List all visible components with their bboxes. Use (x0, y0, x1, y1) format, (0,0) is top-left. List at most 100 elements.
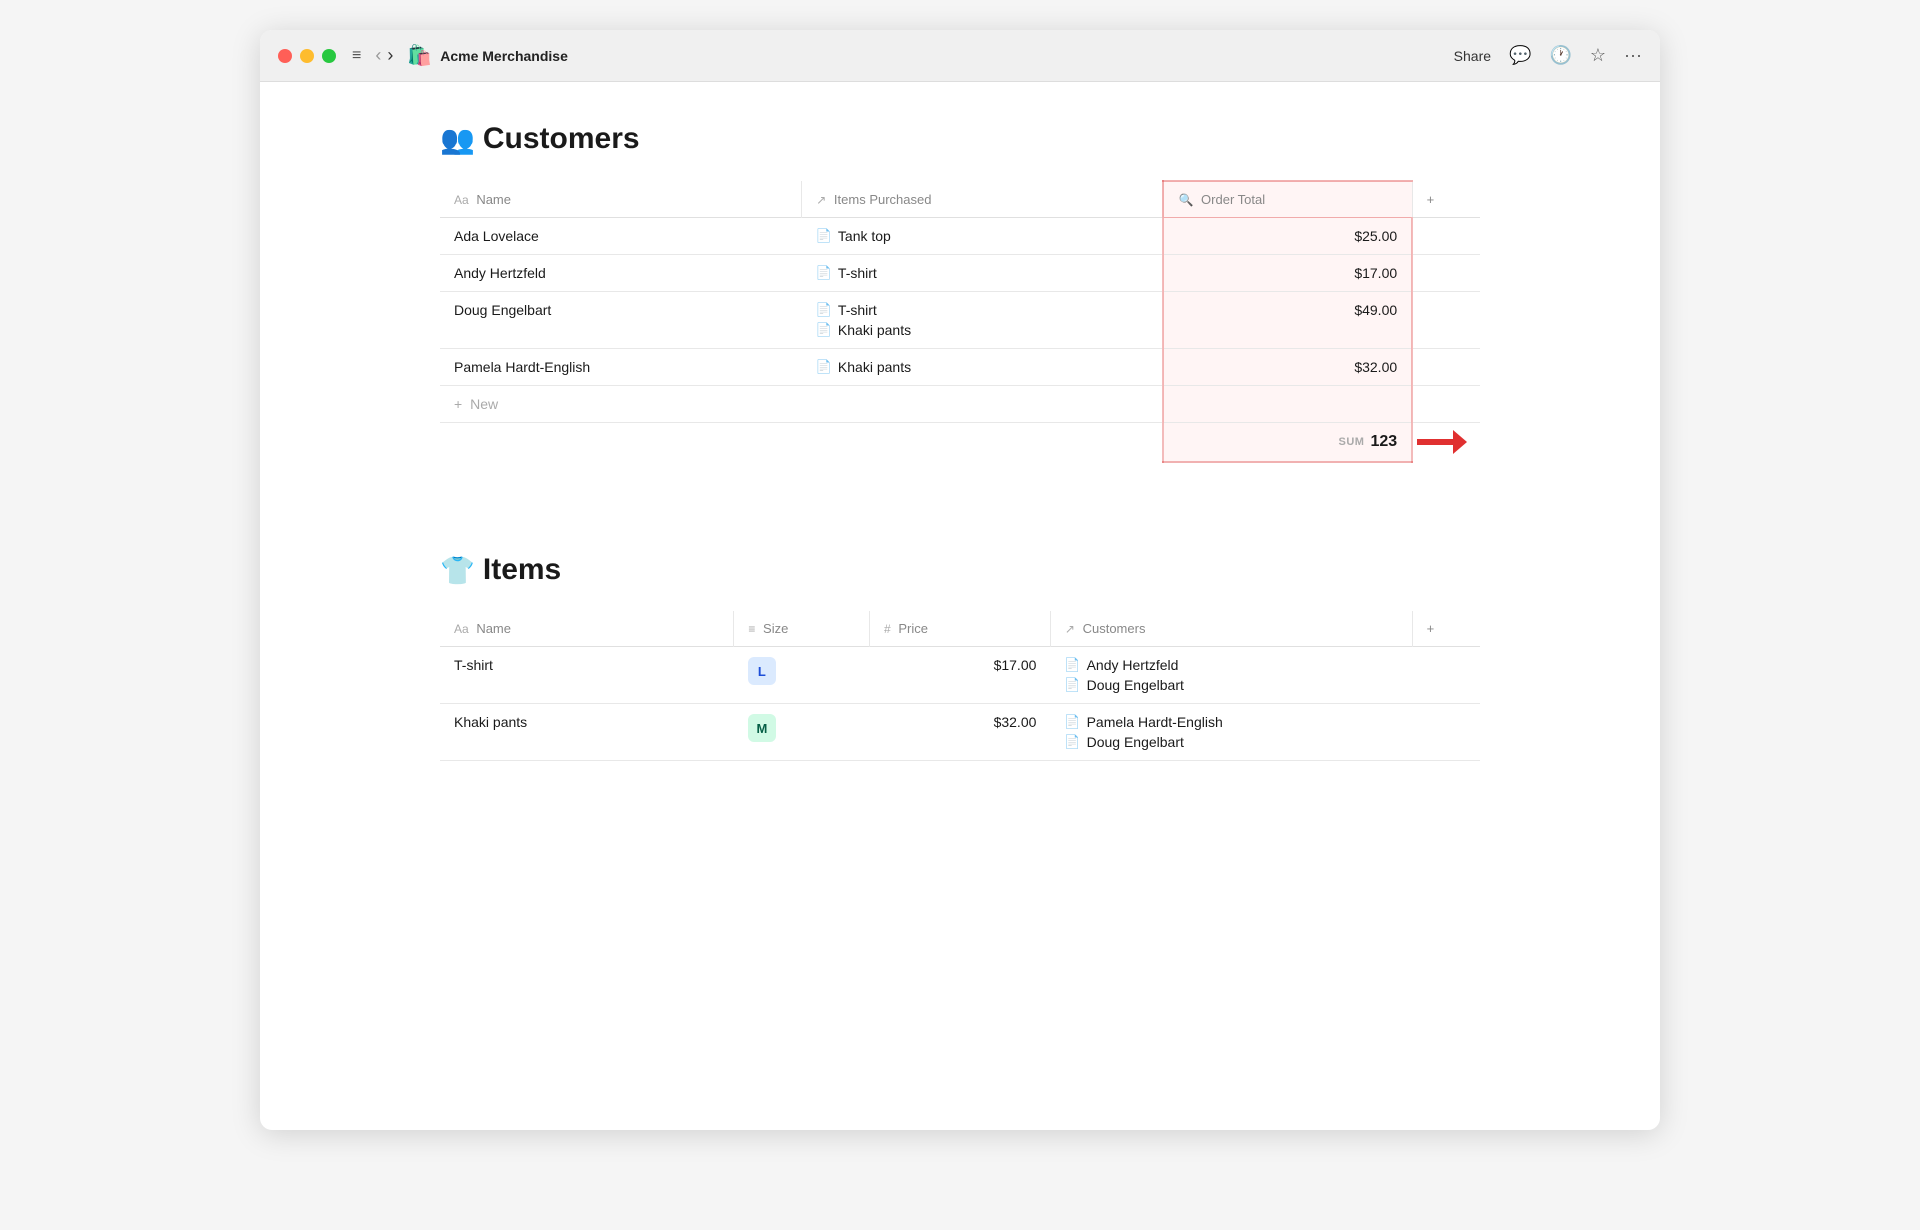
customer-name[interactable]: Doug Engelbart (440, 292, 802, 349)
list-icon: ≡ (748, 622, 755, 636)
item-link[interactable]: 📄 T-shirt (816, 302, 1149, 318)
customer-link[interactable]: 📄 Doug Engelbart (1064, 734, 1398, 750)
item-customers[interactable]: 📄 Andy Hertzfeld 📄 Doug Engelbart (1050, 647, 1412, 704)
new-label: New (470, 396, 498, 412)
item-size[interactable]: L (734, 647, 870, 704)
items-section-header: 👕 Items (440, 553, 1480, 587)
customer-name[interactable]: Pamela Hardt-English (440, 349, 802, 386)
text-icon: Aa (454, 622, 469, 636)
col-header-items[interactable]: ↗ Items Purchased (802, 181, 1164, 218)
item-name[interactable]: T-shirt (440, 647, 734, 704)
more-icon[interactable]: ··· (1624, 45, 1642, 66)
customer-link[interactable]: 📄 Andy Hertzfeld (1064, 657, 1398, 673)
customer-name: Andy Hertzfeld (1087, 657, 1179, 673)
comment-icon[interactable]: 💬 (1509, 45, 1531, 66)
traffic-lights (278, 49, 336, 63)
close-button[interactable] (278, 49, 292, 63)
col-header-order[interactable]: 🔍 Order Total (1163, 181, 1412, 218)
items-icon: 👕 (440, 554, 475, 587)
history-icon[interactable]: 🕐 (1549, 45, 1571, 66)
item-name: Khaki pants (838, 322, 911, 338)
back-arrow[interactable]: ‹ (375, 45, 381, 66)
red-arrow-icon (1417, 430, 1467, 454)
sum-row: SUM 123 (440, 423, 1480, 463)
customer-link[interactable]: 📄 Pamela Hardt-English (1064, 714, 1398, 730)
item-link[interactable]: 📄 Khaki pants (816, 322, 1149, 338)
doc-icon: 📄 (816, 265, 832, 281)
customer-items[interactable]: 📄 Khaki pants (802, 349, 1164, 386)
customer-items[interactable]: 📄 T-shirt (802, 255, 1164, 292)
text-icon: Aa (454, 193, 469, 207)
item-name: Tank top (838, 228, 891, 244)
titlebar: ≡ ‹ › 🛍️ Acme Merchandise Share 💬 🕐 ☆ ··… (260, 30, 1660, 82)
order-amount: $49.00 (1354, 302, 1397, 318)
doc-icon: 📄 (1064, 734, 1080, 750)
share-button[interactable]: Share (1454, 48, 1491, 64)
item-customers[interactable]: 📄 Pamela Hardt-English 📄 Doug Engelbart (1050, 704, 1412, 761)
item-link[interactable]: 📄 Khaki pants (816, 359, 1149, 375)
item-name: Khaki pants (838, 359, 911, 375)
new-row[interactable]: + New (440, 386, 1480, 423)
doc-icon: 📄 (816, 302, 832, 318)
plus-icon: + (454, 396, 462, 412)
new-row-label[interactable]: + New (440, 386, 1163, 423)
customer-name[interactable]: Ada Lovelace (440, 218, 802, 255)
items-title: Items (483, 553, 561, 587)
app-title-area: 🛍️ Acme Merchandise (407, 43, 568, 68)
col-items-label: Items Purchased (834, 192, 932, 207)
col-name-label: Name (476, 192, 511, 207)
item-name[interactable]: Khaki pants (440, 704, 734, 761)
col-header-add[interactable]: + (1412, 611, 1480, 647)
customer-items[interactable]: 📄 Tank top (802, 218, 1164, 255)
customers-section-header: 👥 Customers (440, 122, 1480, 156)
order-amount: $17.00 (1354, 265, 1397, 281)
table-row: Khaki pants M $32.00 📄 Pamela Hardt-Engl… (440, 704, 1480, 761)
minimize-button[interactable] (300, 49, 314, 63)
col-header-name[interactable]: Aa Name (440, 611, 734, 647)
sum-value: 123 (1370, 433, 1397, 451)
rollup-icon: ↗ (816, 193, 826, 207)
sum-cell: SUM 123 (1163, 423, 1412, 463)
item-link[interactable]: 📄 Tank top (816, 228, 1149, 244)
forward-arrow[interactable]: › (387, 45, 393, 66)
customers-table: Aa Name ↗ Items Purchased 🔍 Order Total … (440, 180, 1480, 463)
customer-name: Pamela Hardt-English (1087, 714, 1223, 730)
col-header-name[interactable]: Aa Name (440, 181, 802, 218)
col-name-label: Name (476, 621, 511, 636)
order-total[interactable]: $32.00 (1163, 349, 1412, 386)
item-price[interactable]: $32.00 (870, 704, 1051, 761)
new-add-cell (1412, 386, 1480, 423)
hash-icon: # (884, 622, 891, 636)
item-link[interactable]: 📄 T-shirt (816, 265, 1149, 281)
col-header-price[interactable]: # Price (870, 611, 1051, 647)
customers-table-header: Aa Name ↗ Items Purchased 🔍 Order Total … (440, 181, 1480, 218)
customer-link[interactable]: 📄 Doug Engelbart (1064, 677, 1398, 693)
table-row: Andy Hertzfeld 📄 T-shirt $17.00 (440, 255, 1480, 292)
menu-icon[interactable]: ≡ (352, 47, 361, 65)
customer-items[interactable]: 📄 T-shirt 📄 Khaki pants (802, 292, 1164, 349)
rollup-icon: ↗ (1065, 622, 1075, 636)
titlebar-right: Share 💬 🕐 ☆ ··· (1454, 45, 1642, 66)
order-total[interactable]: $49.00 (1163, 292, 1412, 349)
add-cell (1412, 292, 1480, 349)
doc-icon: 📄 (816, 228, 832, 244)
order-total[interactable]: $17.00 (1163, 255, 1412, 292)
customers-icon: 👥 (440, 123, 475, 156)
col-size-label: Size (763, 621, 788, 636)
star-icon[interactable]: ☆ (1590, 45, 1606, 66)
item-name: T-shirt (838, 265, 877, 281)
item-price[interactable]: $17.00 (870, 647, 1051, 704)
item-size[interactable]: M (734, 704, 870, 761)
col-header-add[interactable]: + (1412, 181, 1480, 218)
customer-name[interactable]: Andy Hertzfeld (440, 255, 802, 292)
items-table-header: Aa Name ≡ Size # Price ↗ Customers (440, 611, 1480, 647)
col-customers-label: Customers (1083, 621, 1146, 636)
maximize-button[interactable] (322, 49, 336, 63)
col-header-size[interactable]: ≡ Size (734, 611, 870, 647)
order-total[interactable]: $25.00 (1163, 218, 1412, 255)
add-cell (1412, 255, 1480, 292)
doc-icon: 📄 (1064, 657, 1080, 673)
new-order-cell (1163, 386, 1412, 423)
col-order-label: Order Total (1201, 192, 1265, 207)
col-header-customers[interactable]: ↗ Customers (1050, 611, 1412, 647)
